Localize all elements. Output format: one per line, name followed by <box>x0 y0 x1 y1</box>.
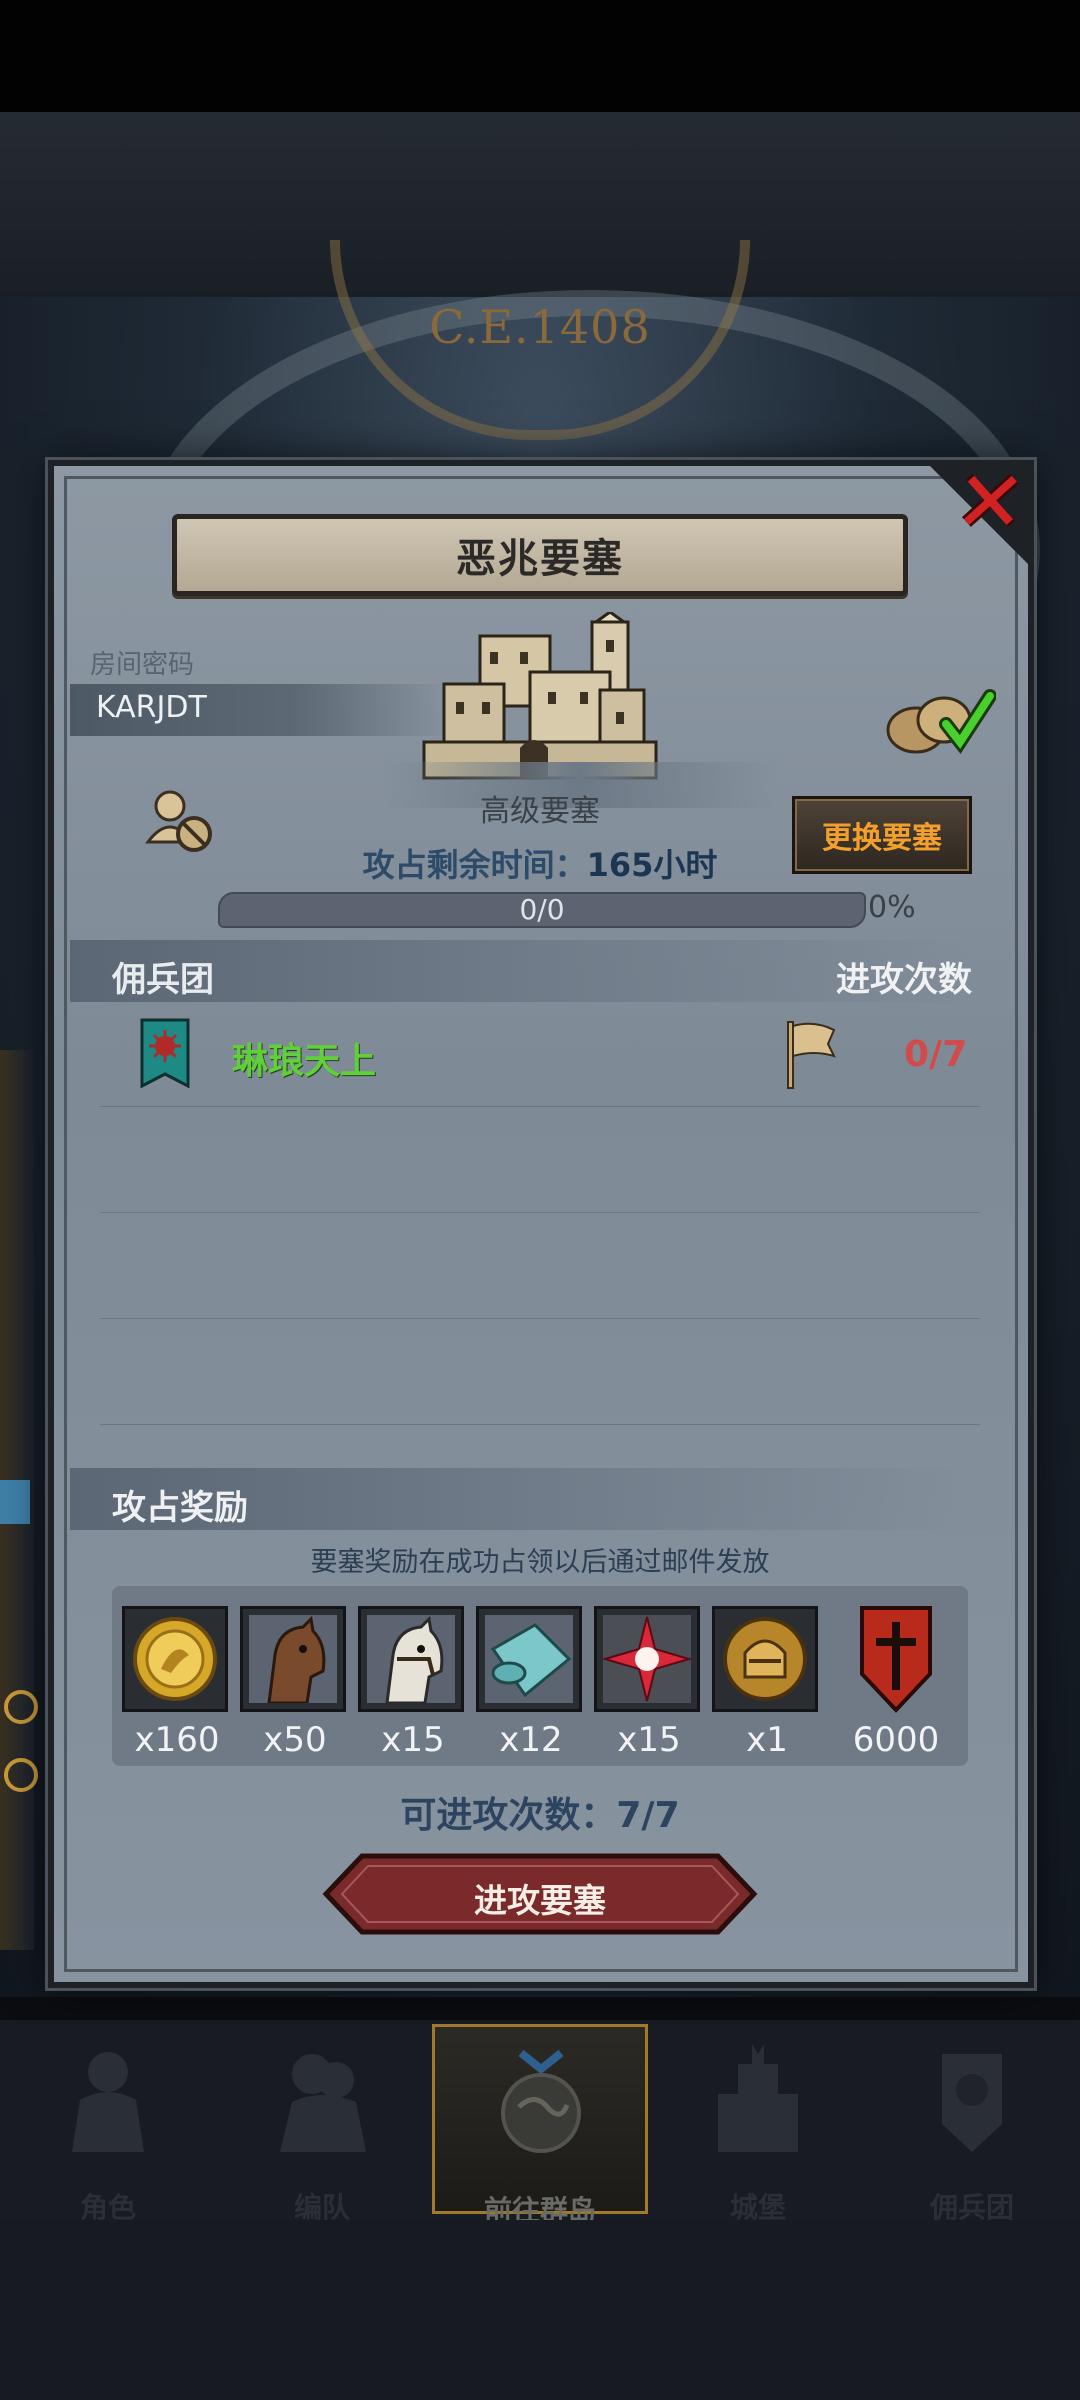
era-label: C.E.1408 <box>429 300 651 354</box>
attack-flag-icon <box>787 1021 836 1089</box>
guild-crest-icon[interactable] <box>858 1604 934 1714</box>
side-blue-marker <box>0 1480 30 1524</box>
reward-qty: x50 <box>263 1720 327 1760</box>
reward-helmet-coin[interactable] <box>712 1606 818 1712</box>
globe-icon <box>501 2049 581 2153</box>
gold-coin-icon <box>133 1617 217 1701</box>
white-horse-icon <box>367 1615 455 1703</box>
reward-qty: x160 <box>134 1720 220 1760</box>
reward-white-horse[interactable] <box>358 1606 464 1712</box>
nav-item-mercenary[interactable]: 佣兵团 <box>872 2024 1072 2224</box>
reward-brown-horse[interactable] <box>240 1606 346 1712</box>
mercenary-list-header: 佣兵团 进攻次数 <box>70 940 972 1002</box>
attack-button-label: 进攻要塞 <box>474 1881 606 1920</box>
mercenary-header-label: 佣兵团 <box>112 960 214 1000</box>
room-password-label: 房间密码 <box>90 650 195 680</box>
side-target-icon <box>4 1690 38 1724</box>
supplies-ready-icon[interactable] <box>876 676 996 756</box>
formation-icon <box>280 2054 366 2152</box>
brown-horse-icon <box>249 1615 337 1703</box>
row-divider <box>100 1106 980 1107</box>
occupation-progress-bar: 0/0 <box>218 892 866 928</box>
reward-gold-coin[interactable] <box>122 1606 228 1712</box>
knight-helmet-coin-icon <box>723 1617 807 1701</box>
available-attempts: 可进攻次数：7/7 <box>400 1795 680 1836</box>
occupation-time-value: 165小时 <box>586 846 718 884</box>
occupation-time-label: 攻占剩余时间： <box>362 846 587 884</box>
reward-qty: x12 <box>499 1720 563 1760</box>
reward-qty: x15 <box>381 1720 445 1760</box>
rewards-header-label: 攻占奖励 <box>112 1488 248 1528</box>
dialog-title: 恶兆要塞 <box>456 536 624 582</box>
progress-percent: 0% <box>868 890 916 925</box>
nav-item-formation[interactable]: 编队 <box>222 2024 422 2224</box>
reward-red-star[interactable] <box>594 1606 700 1712</box>
close-button[interactable]: ✕ <box>949 453 1031 551</box>
nav-item-islands[interactable]: 前往群岛 <box>432 2024 648 2227</box>
rewards-note: 要塞奖励在成功占领以后通过邮件发放 <box>310 1547 770 1578</box>
attack-fortress-button[interactable]: 进攻要塞 <box>322 1852 758 1936</box>
reward-cloth-roll[interactable] <box>476 1606 582 1712</box>
reward-qty: 6000 <box>852 1720 940 1760</box>
red-star-icon <box>603 1615 691 1703</box>
guild-name[interactable]: 琳琅天上 <box>232 1032 376 1084</box>
reward-qty: x1 <box>746 1720 788 1760</box>
row-divider <box>100 1318 980 1319</box>
reward-qty: x15 <box>617 1720 681 1760</box>
guild-banner-icon <box>140 1018 190 1088</box>
room-password-value[interactable]: KARJDT <box>96 690 207 725</box>
occupation-time-remaining: 攻占剩余时间：165小时 <box>0 840 1080 886</box>
attack-count-header-label: 进攻次数 <box>836 960 972 1000</box>
mercenary-icon <box>942 2054 1002 2152</box>
nav-item-character[interactable]: 角色 <box>8 2024 208 2224</box>
castle-icon <box>718 2044 798 2152</box>
knight-icon <box>72 2052 144 2152</box>
progress-text: 0/0 <box>519 893 565 926</box>
close-icon: ✕ <box>949 453 1031 551</box>
title-plate: 恶兆要塞 <box>172 514 908 596</box>
rewards-header: 攻占奖励 <box>70 1468 970 1530</box>
nav-item-castle[interactable]: 城堡 <box>658 2024 858 2224</box>
row-divider <box>100 1212 980 1213</box>
guild-attack-count: 0/7 <box>904 1034 968 1075</box>
bottom-system-area <box>0 2220 1080 2400</box>
row-divider <box>100 1424 980 1425</box>
cloth-roll-icon <box>485 1615 573 1703</box>
status-bar-area <box>0 0 1080 112</box>
